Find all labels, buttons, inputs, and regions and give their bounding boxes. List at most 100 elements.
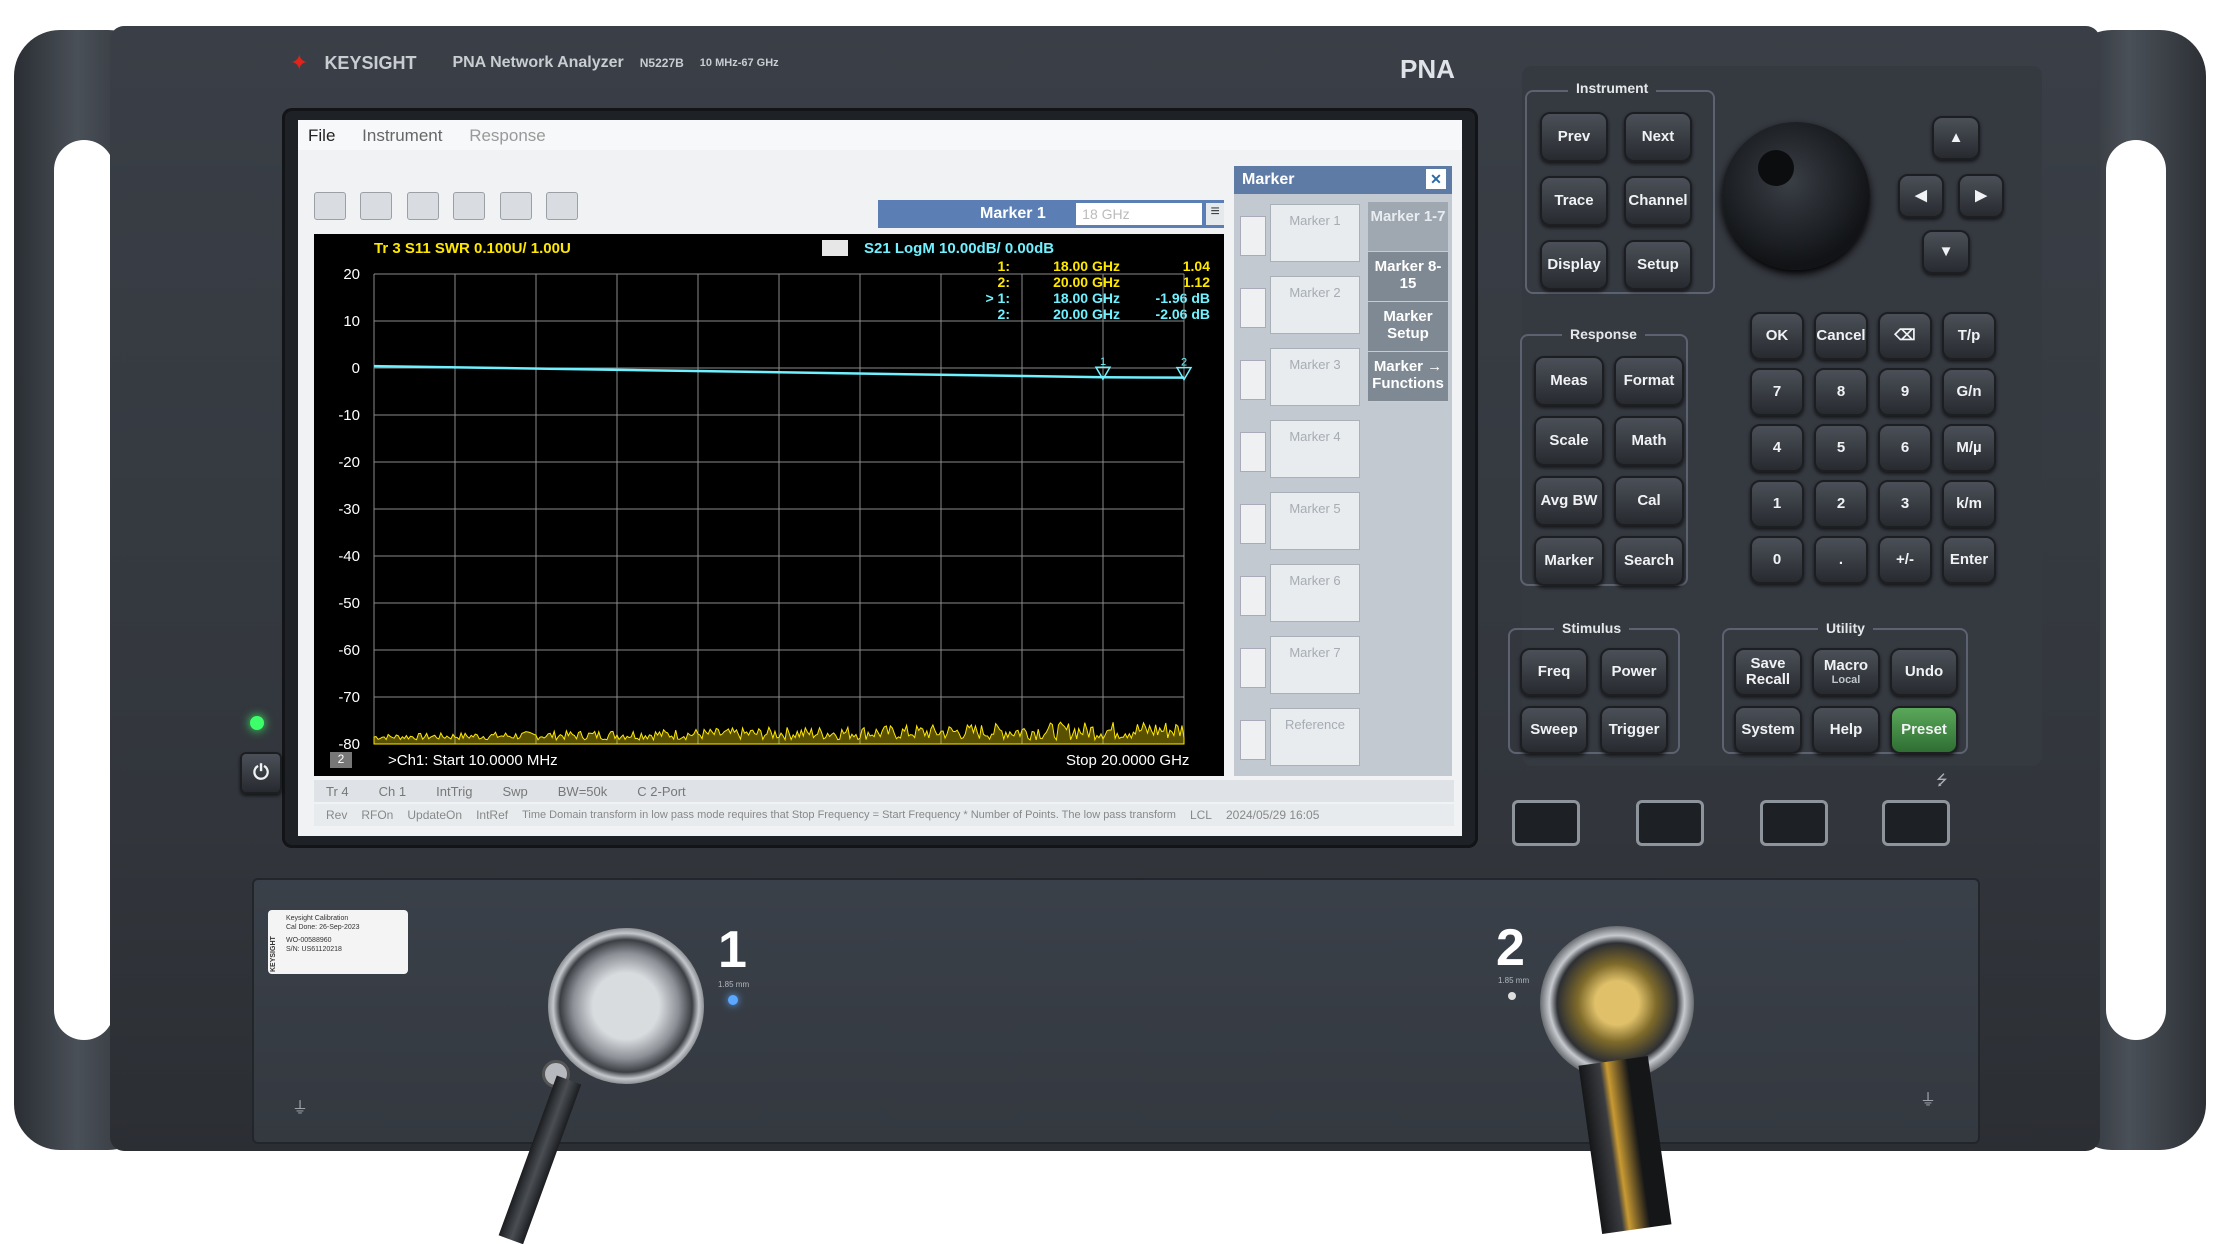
marker-side-key[interactable]: Marker → Functions [1368,352,1448,402]
system-key[interactable]: System [1734,706,1802,754]
channel-key[interactable]: Channel [1624,176,1692,226]
undo-icon[interactable] [314,192,346,220]
power-button[interactable]: ⏻ [240,752,282,794]
6-key[interactable]: 6 [1878,424,1932,472]
marker-checkbox[interactable] [1240,720,1266,760]
power-key[interactable]: Power [1600,648,1668,696]
rotary-knob[interactable] [1722,122,1870,270]
status-sweep[interactable]: Swp [502,784,527,799]
usb-port[interactable] [1512,800,1580,846]
port-2-connector[interactable] [1540,926,1694,1080]
marker-checkbox[interactable] [1240,432,1266,472]
marker-softkey[interactable]: Marker 6 [1238,562,1366,626]
freq-key[interactable]: Freq [1520,648,1588,696]
cancel-key[interactable]: Cancel [1814,312,1868,360]
m-key[interactable]: M/µ [1942,424,1996,472]
next-key[interactable]: Next [1624,112,1692,162]
window-icon[interactable] [453,192,486,220]
usb-port[interactable] [1760,800,1828,846]
7-key[interactable]: 7 [1750,368,1804,416]
t-p-key[interactable]: T/p [1942,312,1996,360]
help-key[interactable]: Help [1812,706,1880,754]
key-key[interactable]: +/- [1878,536,1932,584]
g-n-key[interactable]: G/n [1942,368,1996,416]
window-number-badge[interactable]: 2 [330,752,352,768]
marker-side-key[interactable]: Marker 8-15 [1368,252,1448,302]
enter-key[interactable]: Enter [1942,536,1996,584]
marker-checkbox[interactable] [1240,216,1266,256]
up-arrow-icon[interactable]: ▲ [1932,116,1980,160]
marker-checkbox[interactable] [1240,504,1266,544]
status-trace[interactable]: Tr 4 [326,784,349,799]
search-key[interactable]: Search [1614,536,1684,586]
key-key[interactable]: ⌫ [1878,312,1932,360]
marker-checkbox[interactable] [1240,576,1266,616]
left-arrow-icon[interactable]: ◀ [1898,174,1944,218]
marker-checkbox[interactable] [1240,288,1266,328]
key-key[interactable]: . [1814,536,1868,584]
usb-port[interactable] [1636,800,1704,846]
2-key[interactable]: 2 [1814,480,1868,528]
marker-key[interactable]: Marker [1534,536,1604,586]
right-arrow-icon[interactable]: ▶ [1958,174,2004,218]
marker-softkey[interactable]: Reference [1238,706,1366,770]
8-key[interactable]: 8 [1814,368,1868,416]
3-key[interactable]: 3 [1878,480,1932,528]
sweep-key[interactable]: Sweep [1520,706,1588,754]
scale-key[interactable]: Scale [1534,416,1604,466]
9-key[interactable]: 9 [1878,368,1932,416]
marker-checkbox[interactable] [1240,648,1266,688]
display-key[interactable]: Display [1540,240,1608,290]
1-key[interactable]: 1 [1750,480,1804,528]
marker-checkbox[interactable] [1240,360,1266,400]
preset-key[interactable]: Preset [1890,706,1958,754]
status-cal[interactable]: C 2-Port [637,784,685,799]
marker-softkey[interactable]: Marker 7 [1238,634,1366,698]
trigger-key[interactable]: Trigger [1600,706,1668,754]
0-key[interactable]: 0 [1750,536,1804,584]
stop-frequency[interactable]: Stop 20.0000 GHz [1066,752,1189,769]
trace-icon[interactable] [406,192,439,220]
4-key[interactable]: 4 [1750,424,1804,472]
cal-key[interactable]: Cal [1614,476,1684,526]
marker-softkey[interactable]: Marker 4 [1238,418,1366,482]
trace-key[interactable]: Trace [1540,176,1608,226]
status-ref[interactable]: IntRef [476,808,508,822]
marker-softkey[interactable]: Marker 1 [1238,202,1366,266]
menu-file[interactable]: File [308,126,335,145]
port-1-connector[interactable] [548,928,704,1084]
marker-softkey[interactable]: Marker 5 [1238,490,1366,554]
chart-window[interactable]: Tr 3 S11 SWR 0.100U/ 1.00U S21 LogM 10.0… [314,234,1224,776]
math-key[interactable]: Math [1614,416,1684,466]
redo-icon[interactable] [360,192,393,220]
save-recall-key[interactable]: Save Recall [1734,648,1802,696]
close-icon[interactable]: ✕ [1426,169,1446,189]
format-key[interactable]: Format [1614,356,1684,406]
ok-key[interactable]: OK [1750,312,1804,360]
status-rf[interactable]: RFOn [361,808,393,822]
macro-key[interactable]: Macro Local [1812,648,1880,696]
marker-selector[interactable]: Marker 1 18 GHz ≡ [878,200,1224,228]
status-rev[interactable]: Rev [326,808,347,822]
stepper-icon[interactable]: ≡ [1206,203,1224,225]
prev-key[interactable]: Prev [1540,112,1608,162]
layout-icon[interactable] [499,192,532,220]
k-m-key[interactable]: k/m [1942,480,1996,528]
marker-side-key[interactable]: Marker Setup [1368,302,1448,352]
menu-instrument[interactable]: Instrument [362,126,442,145]
undo-key[interactable]: Undo [1890,648,1958,696]
usb-port[interactable] [1882,800,1950,846]
setup-key[interactable]: Setup [1624,240,1692,290]
meas-key[interactable]: Meas [1534,356,1604,406]
status-bandwidth[interactable]: BW=50k [558,784,608,799]
avg-bw-key[interactable]: Avg BW [1534,476,1604,526]
down-arrow-icon[interactable]: ▼ [1922,230,1970,274]
status-remote[interactable]: LCL [1190,808,1212,822]
marker-selector-value[interactable]: 18 GHz [1076,203,1203,225]
status-update[interactable]: UpdateOn [407,808,462,822]
marker-icon[interactable] [546,192,579,220]
status-channel[interactable]: Ch 1 [379,784,406,799]
marker-softkey[interactable]: Marker 2 [1238,274,1366,338]
marker-side-key[interactable]: Marker 1-7 [1368,202,1448,252]
status-trigger[interactable]: IntTrig [436,784,472,799]
